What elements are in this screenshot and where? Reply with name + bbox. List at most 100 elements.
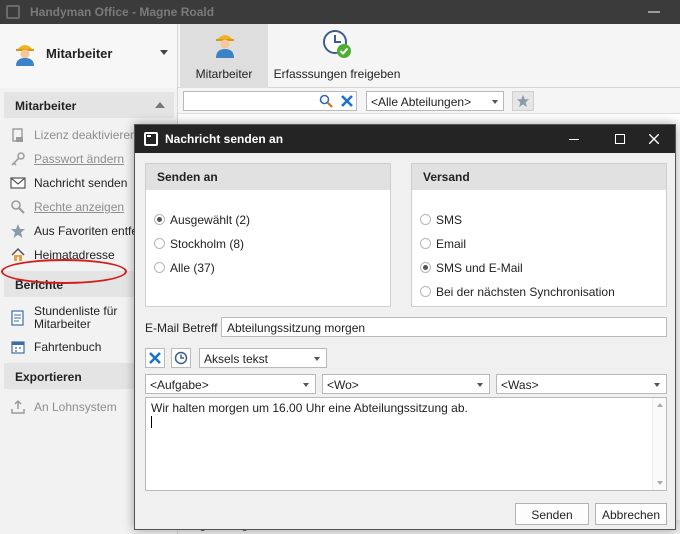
radio-label: Bei der nächsten Synchronisation <box>436 285 615 299</box>
chevron-down-icon <box>654 383 660 387</box>
radio-label: Stockholm (8) <box>170 237 245 251</box>
radio-label: SMS und E-Mail <box>436 261 523 275</box>
message-text: Wir halten morgen um 16.00 Uhr eine Abte… <box>151 401 468 415</box>
radio-dot <box>420 262 431 273</box>
sidebar-item-label: Passwort ändern <box>34 152 125 166</box>
send-message-dialog: Nachricht senden an Senden an Ausgewählt… <box>134 124 676 530</box>
select-value: <Aufgabe> <box>150 378 209 392</box>
subject-input[interactable]: Abteilungssitzung morgen <box>221 317 667 337</box>
cancel-button[interactable]: Abbrechen <box>595 503 667 525</box>
label-line-1: Stundenliste für <box>34 304 118 318</box>
chevron-down-icon <box>477 383 483 387</box>
section-header-employees[interactable]: Mitarbeiter <box>4 92 174 118</box>
department-select[interactable]: <Alle Abteilungen> <box>366 91 504 111</box>
dialog-body: Senden an Ausgewählt (2) Stockholm (8) A… <box>135 153 675 529</box>
text-cursor <box>151 416 152 428</box>
window-icon <box>144 132 158 146</box>
star-icon <box>516 94 530 108</box>
magnifier-icon <box>11 200 25 214</box>
license-icon <box>12 128 23 142</box>
ribbon-button-label: Erfasssungen freigeben <box>273 67 401 81</box>
star-icon <box>11 224 25 238</box>
label-line-2: Mitarbeiter <box>34 317 91 331</box>
collapse-icon[interactable] <box>155 102 165 108</box>
sidebar-item-label: Nachricht senden <box>34 176 128 190</box>
app-icon <box>6 5 20 19</box>
key-icon <box>11 152 25 166</box>
chevron-down-icon <box>160 50 168 55</box>
select-value: <Was> <box>501 378 539 392</box>
sidebar-item-label: Lizenz deaktivieren <box>34 128 137 142</box>
app-title: Handyman Office - Magne Roald <box>30 5 215 19</box>
radio-dot <box>420 286 431 297</box>
chevron-down-icon <box>492 100 498 104</box>
ribbon-button-employees[interactable]: Mitarbeiter <box>180 24 268 88</box>
message-textarea[interactable]: Wir halten morgen um 16.00 Uhr eine Abte… <box>145 397 667 491</box>
module-label: Mitarbeiter <box>46 46 113 61</box>
radio-dot <box>154 214 165 225</box>
insert-time-button[interactable] <box>171 348 191 368</box>
section-title: Exportieren <box>15 370 82 384</box>
chevron-down-icon <box>314 357 320 361</box>
sidebar-item-label: Fahrtenbuch <box>34 340 102 354</box>
subject-label: E-Mail Betreff <box>145 321 218 335</box>
task-field-select[interactable]: <Aufgabe> <box>145 374 316 394</box>
close-icon <box>649 134 659 144</box>
calendar-icon <box>11 341 25 354</box>
maximize-icon <box>615 134 625 144</box>
sidebar-item-label: An Lohnsystem <box>34 400 117 414</box>
what-field-select[interactable]: <Was> <box>496 374 667 394</box>
worker-icon <box>216 35 234 58</box>
chevron-down-icon <box>303 383 309 387</box>
department-value: <Alle Abteilungen> <box>371 95 472 109</box>
sidebar-item-label: Stundenliste für Mitarbeiter <box>34 305 117 331</box>
search-icon[interactable] <box>319 94 333 108</box>
where-field-select[interactable]: <Wo> <box>322 374 490 394</box>
template-value: Aksels tekst <box>204 352 269 366</box>
radio-label: SMS <box>436 213 463 227</box>
recipients-group: Senden an Ausgewählt (2) Stockholm (8) A… <box>145 163 391 307</box>
radio-dot <box>420 238 431 249</box>
worker-icon <box>16 45 34 66</box>
house-icon <box>11 247 25 261</box>
favorite-filter-button[interactable] <box>512 91 534 111</box>
report-icon <box>11 310 24 326</box>
select-value: <Wo> <box>327 378 359 392</box>
list-toolbar: <Alle Abteilungen> <box>178 88 680 114</box>
radio-dot <box>420 214 431 225</box>
radio-label: Alle (37) <box>170 261 215 275</box>
close-button[interactable] <box>631 125 677 153</box>
minimize-button[interactable] <box>551 125 597 153</box>
scroll-up-icon[interactable] <box>657 403 663 407</box>
section-title: Mitarbeiter <box>15 99 77 113</box>
clock-check-icon <box>323 30 351 58</box>
ribbon-button-label: Mitarbeiter <box>195 67 253 81</box>
template-select[interactable]: Aksels tekst <box>199 348 327 368</box>
clear-template-button[interactable] <box>145 348 165 368</box>
dialog-title: Nachricht senden an <box>165 132 284 146</box>
ribbon: Mitarbeiter Mitarbeiter Erfasssungen fre… <box>0 24 680 88</box>
envelope-icon <box>10 177 26 189</box>
radio-label: Email <box>436 237 467 251</box>
highlight-annotation <box>1 259 127 284</box>
radio-dot <box>154 238 165 249</box>
scrollbar[interactable] <box>652 398 666 490</box>
radio-dot <box>154 262 165 273</box>
app-titlebar: Handyman Office - Magne Roald <box>0 0 680 24</box>
clear-icon[interactable] <box>341 95 353 107</box>
radio-label: Ausgewählt (2) <box>170 213 251 227</box>
sidebar-item-label: Rechte anzeigen <box>34 200 125 214</box>
minimize-icon <box>569 139 579 140</box>
clear-icon <box>149 352 161 364</box>
group-header: Senden an <box>146 164 390 190</box>
export-icon <box>11 399 25 414</box>
dialog-titlebar[interactable]: Nachricht senden an <box>135 125 675 153</box>
send-button[interactable]: Senden <box>515 503 589 525</box>
scroll-down-icon[interactable] <box>657 481 663 485</box>
minimize-icon[interactable] <box>648 11 660 13</box>
group-header: Versand <box>412 164 666 190</box>
module-selector[interactable]: Mitarbeiter <box>0 24 178 88</box>
clock-icon <box>174 351 188 365</box>
delivery-group: Versand SMS Email SMS und E-Mail Bei der… <box>411 163 667 307</box>
ribbon-button-approve-entries[interactable]: Erfasssungen freigeben <box>270 24 404 88</box>
